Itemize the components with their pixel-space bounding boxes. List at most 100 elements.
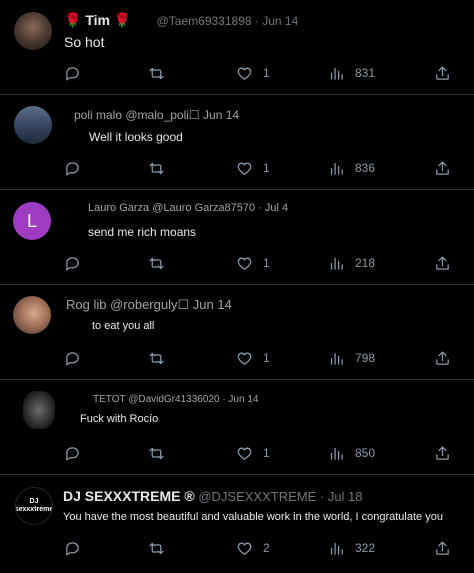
- avatar[interactable]: [14, 106, 52, 144]
- like-count: 1: [263, 161, 270, 175]
- user-handle[interactable]: @DavidGr41336020: [128, 394, 219, 405]
- views-bar-chart-icon: [330, 67, 343, 80]
- retweet-button[interactable]: [148, 253, 165, 273]
- user-handle[interactable]: @DJSEXXXTREME: [198, 489, 316, 504]
- retweet-icon: [149, 352, 164, 364]
- reply-tweet[interactable]: Rog lib @roberguly☐ Jun 14 to eat you al…: [0, 285, 474, 380]
- retweet-icon: [149, 542, 164, 554]
- action-bar: 1 836: [0, 158, 474, 178]
- share-button[interactable]: [434, 443, 451, 463]
- tweet-text: Fuck with Rocío: [80, 413, 159, 425]
- share-button[interactable]: [434, 253, 451, 273]
- like-button[interactable]: 1: [236, 253, 270, 273]
- display-name[interactable]: TETOT: [93, 394, 125, 405]
- reply-tweet[interactable]: poli malo @malo_poli☐ Jun 14 Well it loo…: [0, 95, 474, 190]
- share-upload-icon: [436, 445, 449, 460]
- like-button[interactable]: 1: [236, 348, 270, 368]
- tweet-text: Well it looks good: [89, 130, 183, 144]
- heart-icon: [237, 352, 252, 365]
- avatar[interactable]: [23, 391, 55, 429]
- tweet-date[interactable]: · Jun 14: [255, 14, 298, 28]
- like-count: 1: [263, 446, 270, 460]
- views-bar-chart-icon: [330, 447, 343, 460]
- display-name[interactable]: Rog lib: [66, 297, 106, 312]
- like-count: 1: [263, 66, 270, 80]
- reply-button[interactable]: [64, 348, 81, 368]
- tweet-date[interactable]: · Jul 4: [258, 202, 288, 214]
- action-bar: 1 218: [0, 253, 474, 273]
- avatar[interactable]: [13, 296, 51, 334]
- like-button[interactable]: 1: [236, 63, 270, 83]
- reply-tweet[interactable]: L Lauro Garza @Lauro Garza87570 · Jul 4 …: [0, 190, 474, 285]
- like-button[interactable]: 1: [236, 158, 270, 178]
- user-handle[interactable]: @Taem69331898: [157, 14, 252, 28]
- avatar[interactable]: [14, 12, 52, 50]
- reply-button[interactable]: [64, 253, 81, 273]
- tweet-header: Rog lib @roberguly☐ Jun 14: [66, 297, 232, 313]
- view-count: 850: [355, 446, 376, 460]
- reply-button[interactable]: [64, 443, 81, 463]
- display-name[interactable]: Lauro Garza: [88, 202, 149, 214]
- views-button[interactable]: 850: [328, 443, 375, 463]
- share-button[interactable]: [434, 158, 451, 178]
- view-count: 322: [355, 541, 376, 555]
- tweet-header: DJ SEXXXTREME ® @DJSEXXXTREME · Jul 18: [63, 488, 363, 504]
- retweet-button[interactable]: [148, 348, 165, 368]
- heart-icon: [237, 447, 252, 460]
- tweet-date[interactable]: · Jun 14: [222, 394, 258, 405]
- reply-bubble-icon: [66, 66, 79, 81]
- reply-tweet[interactable]: 🌹 Tim 🌹 @Taem69331898 · Jun 14 So hot 1 …: [0, 0, 474, 95]
- views-bar-chart-icon: [330, 162, 343, 175]
- tweet-date[interactable]: Jun 14: [203, 108, 239, 122]
- views-button[interactable]: 218: [328, 253, 375, 273]
- reply-tweet[interactable]: TETOT @DavidGr41336020 · Jun 14 Fuck wit…: [0, 380, 474, 475]
- retweet-icon: [149, 447, 164, 459]
- tweet-date[interactable]: · Jul 18: [320, 489, 363, 504]
- views-bar-chart-icon: [330, 257, 343, 270]
- view-count: 218: [355, 256, 376, 270]
- share-upload-icon: [436, 540, 449, 555]
- display-name[interactable]: 🌹 Tim 🌹: [64, 12, 131, 28]
- tweet-header: TETOT @DavidGr41336020 · Jun 14: [93, 394, 258, 405]
- avatar[interactable]: L: [13, 202, 51, 240]
- reply-button[interactable]: [64, 63, 81, 83]
- views-button[interactable]: 798: [328, 348, 375, 368]
- share-upload-icon: [436, 160, 449, 175]
- retweet-icon: [149, 257, 164, 269]
- tweet-text: You have the most beautiful and valuable…: [63, 511, 443, 523]
- display-name[interactable]: poli malo: [74, 108, 122, 122]
- display-name[interactable]: DJ SEXXXTREME ®: [63, 488, 195, 504]
- user-handle[interactable]: @malo_poli☐: [125, 108, 199, 122]
- share-upload-icon: [436, 255, 449, 270]
- share-button[interactable]: [434, 348, 451, 368]
- reply-feed: 🌹 Tim 🌹 @Taem69331898 · Jun 14 So hot 1 …: [0, 0, 474, 573]
- action-bar: 1 850: [0, 443, 474, 463]
- share-button[interactable]: [434, 538, 451, 558]
- views-button[interactable]: 836: [328, 158, 375, 178]
- like-count: 1: [263, 351, 270, 365]
- user-handle[interactable]: @Lauro Garza87570: [152, 202, 255, 214]
- reply-bubble-icon: [66, 446, 79, 461]
- retweet-button[interactable]: [148, 63, 165, 83]
- user-handle[interactable]: @roberguly☐: [110, 297, 189, 312]
- like-button[interactable]: 1: [236, 443, 270, 463]
- avatar-letter: L: [26, 210, 37, 231]
- reply-button[interactable]: [64, 158, 81, 178]
- retweet-button[interactable]: [148, 538, 165, 558]
- tweet-date[interactable]: Jun 14: [193, 297, 232, 312]
- reply-tweet[interactable]: DJ sexxxtreme DJ SEXXXTREME ® @DJSEXXXTR…: [0, 475, 474, 573]
- action-bar: 1 831: [0, 63, 474, 83]
- views-button[interactable]: 831: [328, 63, 375, 83]
- reply-button[interactable]: [64, 538, 81, 558]
- views-button[interactable]: 322: [328, 538, 375, 558]
- action-bar: 1 798: [0, 348, 474, 368]
- like-button[interactable]: 2: [236, 538, 270, 558]
- retweet-button[interactable]: [148, 158, 165, 178]
- share-upload-icon: [436, 350, 449, 365]
- retweet-button[interactable]: [148, 443, 165, 463]
- reply-bubble-icon: [66, 351, 79, 366]
- avatar[interactable]: DJ sexxxtreme: [15, 487, 53, 525]
- retweet-icon: [149, 162, 164, 174]
- share-button[interactable]: [434, 63, 451, 83]
- like-count: 1: [263, 256, 270, 270]
